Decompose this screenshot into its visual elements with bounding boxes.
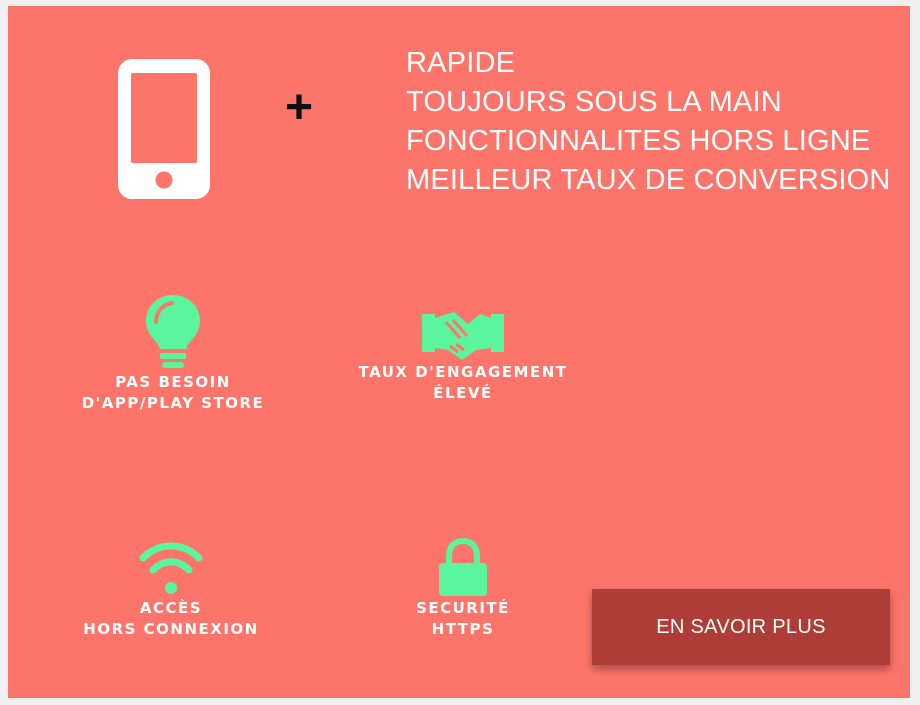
lock-icon — [439, 538, 487, 596]
lightbulb-icon — [146, 295, 200, 368]
benefit-item: RAPIDE — [406, 47, 516, 79]
feature-label-line: TAUX D'ENGAGEMENT — [358, 363, 568, 381]
feature-label-line: ACCÈS — [139, 599, 203, 617]
feature-label-line: D'APP/PLAY STORE — [81, 394, 265, 412]
feature-engagement: TAUX D'ENGAGEMENT ÉLEVÉ — [328, 306, 598, 404]
benefits-list: RAPIDE TOUJOURS SOUS LA MAIN FONCTIONNAL… — [406, 44, 891, 200]
feature-label-line: HORS CONNEXION — [83, 620, 259, 638]
plus-sign: + — [285, 81, 314, 134]
feature-label-line: HTTPS — [431, 620, 495, 638]
feature-offline-access: ACCÈS HORS CONNEXION — [36, 538, 306, 640]
learn-more-button[interactable]: EN SAVOIR PLUS — [592, 589, 890, 665]
promo-card: + RAPIDE TOUJOURS SOUS LA MAIN FONCTIONN… — [8, 6, 910, 698]
feature-https-security: SECURITÉ HTTPS — [328, 538, 598, 640]
wifi-icon — [139, 542, 203, 594]
benefit-item: MEILLEUR TAUX DE CONVERSION — [406, 164, 891, 196]
smartphone-icon — [118, 59, 210, 199]
feature-label-line: SECURITÉ — [416, 599, 510, 617]
feature-label-line: ÉLEVÉ — [433, 384, 493, 402]
benefit-item: TOUJOURS SOUS LA MAIN — [406, 86, 782, 118]
handshake-icon — [422, 312, 504, 360]
feature-label-line: PAS BESOIN — [115, 373, 231, 391]
feature-no-app-store: PAS BESOIN D'APP/PLAY STORE — [38, 292, 308, 414]
benefit-item: FONCTIONNALITES HORS LIGNE — [406, 125, 871, 157]
